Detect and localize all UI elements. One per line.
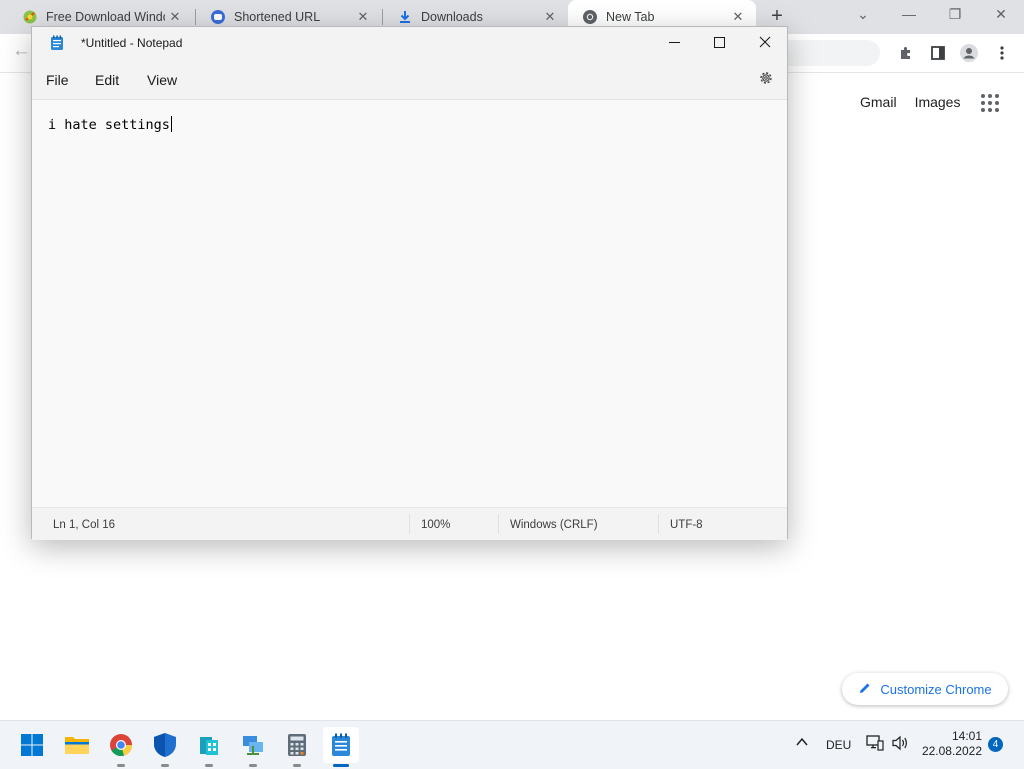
software-site-icon: [22, 9, 38, 25]
chrome-icon: [110, 734, 133, 757]
file-explorer-icon: [65, 737, 89, 754]
minimize-icon: [668, 41, 680, 43]
taskbar-file-explorer[interactable]: [59, 727, 95, 763]
status-bar: Ln 1, Col 16 100% Windows (CRLF) UTF-8: [32, 507, 787, 540]
side-panel-icon[interactable]: [927, 42, 949, 64]
menu-file[interactable]: File: [46, 72, 69, 88]
tab-label: Free Download Windows: [46, 10, 165, 24]
running-indicator: [117, 764, 125, 767]
menu-view[interactable]: View: [147, 72, 177, 88]
chrome-close-button[interactable]: ✕: [978, 0, 1024, 30]
line-endings: Windows (CRLF): [510, 519, 598, 531]
more-menu-icon[interactable]: [991, 42, 1013, 64]
gmail-link[interactable]: Gmail: [860, 94, 897, 110]
status-divider: [658, 514, 659, 534]
close-icon[interactable]: ✕: [165, 9, 185, 25]
notification-badge[interactable]: 4: [988, 737, 1003, 752]
maximize-icon: [713, 36, 725, 48]
close-icon[interactable]: ✕: [540, 9, 560, 25]
chrome-icon: [582, 9, 598, 25]
close-icon: [759, 36, 771, 48]
cursor-position: Ln 1, Col 16: [53, 519, 116, 531]
minimize-button[interactable]: [651, 27, 697, 57]
windows-security-icon: [154, 733, 176, 757]
running-indicator: [161, 764, 169, 767]
running-indicator: [293, 764, 301, 767]
app-icon: [200, 737, 218, 755]
close-icon[interactable]: ✕: [353, 9, 373, 25]
tab-search-dropdown-icon[interactable]: ⌄: [840, 0, 886, 30]
network-icon[interactable]: [866, 735, 884, 751]
images-link[interactable]: Images: [915, 94, 961, 110]
running-indicator: [205, 764, 213, 767]
taskbar-notepad[interactable]: [323, 727, 359, 767]
profile-avatar-icon[interactable]: [958, 42, 980, 64]
running-indicator: [249, 764, 257, 767]
notepad-titlebar[interactable]: *Untitled - Notepad: [32, 27, 787, 59]
customize-chrome-button[interactable]: Customize Chrome: [842, 673, 1008, 705]
chevron-up-icon[interactable]: [795, 735, 809, 752]
text-caret: [170, 116, 172, 132]
taskbar-chrome[interactable]: [103, 727, 139, 767]
window-title: *Untitled - Notepad: [81, 36, 183, 50]
notepad-window: *Untitled - Notepad File Edit View i hat…: [31, 26, 788, 540]
active-indicator: [333, 764, 349, 767]
customize-chrome-label: Customize Chrome: [880, 681, 992, 697]
taskbar-network-app[interactable]: [235, 727, 271, 767]
close-button[interactable]: [742, 27, 788, 57]
settings-gear-icon[interactable]: [757, 70, 775, 88]
notepad-menubar: File Edit View: [32, 59, 787, 100]
pencil-icon: [858, 681, 872, 698]
status-divider: [409, 514, 410, 534]
text-editor-area[interactable]: i hate settings: [32, 100, 787, 507]
menu-edit[interactable]: Edit: [95, 72, 119, 88]
new-tab-button[interactable]: +: [766, 6, 788, 28]
network-app-icon: [243, 736, 263, 755]
clock-time: 14:01: [951, 729, 982, 743]
start-button[interactable]: [14, 727, 50, 763]
google-apps-icon[interactable]: [981, 94, 999, 112]
notepad-icon: [332, 733, 350, 756]
clock-date: 22.08.2022: [921, 744, 982, 758]
tab-label: New Tab: [606, 10, 655, 24]
back-arrow-icon[interactable]: ←: [12, 40, 31, 62]
input-language[interactable]: DEU: [826, 738, 851, 752]
calculator-icon: [288, 734, 306, 756]
tab-label: Shortened URL: [234, 10, 321, 24]
tab-label: Downloads: [421, 10, 483, 24]
chrome-restore-button[interactable]: ❐: [932, 0, 978, 30]
maximize-button[interactable]: [696, 27, 742, 57]
zoom-level: 100%: [421, 519, 451, 531]
taskbar-calculator[interactable]: [279, 727, 315, 767]
taskbar-app[interactable]: [191, 727, 227, 767]
link-shortener-icon: [210, 9, 226, 25]
download-icon: [397, 9, 413, 25]
taskbar-windows-security[interactable]: [147, 727, 183, 767]
extensions-icon[interactable]: [895, 42, 917, 64]
notepad-icon: [50, 35, 64, 51]
status-divider: [498, 514, 499, 534]
editor-text: i hate settings: [48, 117, 170, 133]
encoding: UTF-8: [670, 519, 703, 531]
close-icon[interactable]: ✕: [728, 9, 748, 25]
volume-icon[interactable]: [891, 735, 909, 751]
chrome-minimize-button[interactable]: —: [886, 0, 932, 30]
clock[interactable]: 14:01 22.08.2022: [918, 729, 982, 759]
start-icon: [21, 734, 43, 756]
google-header-links: Gmail Images: [860, 94, 960, 110]
